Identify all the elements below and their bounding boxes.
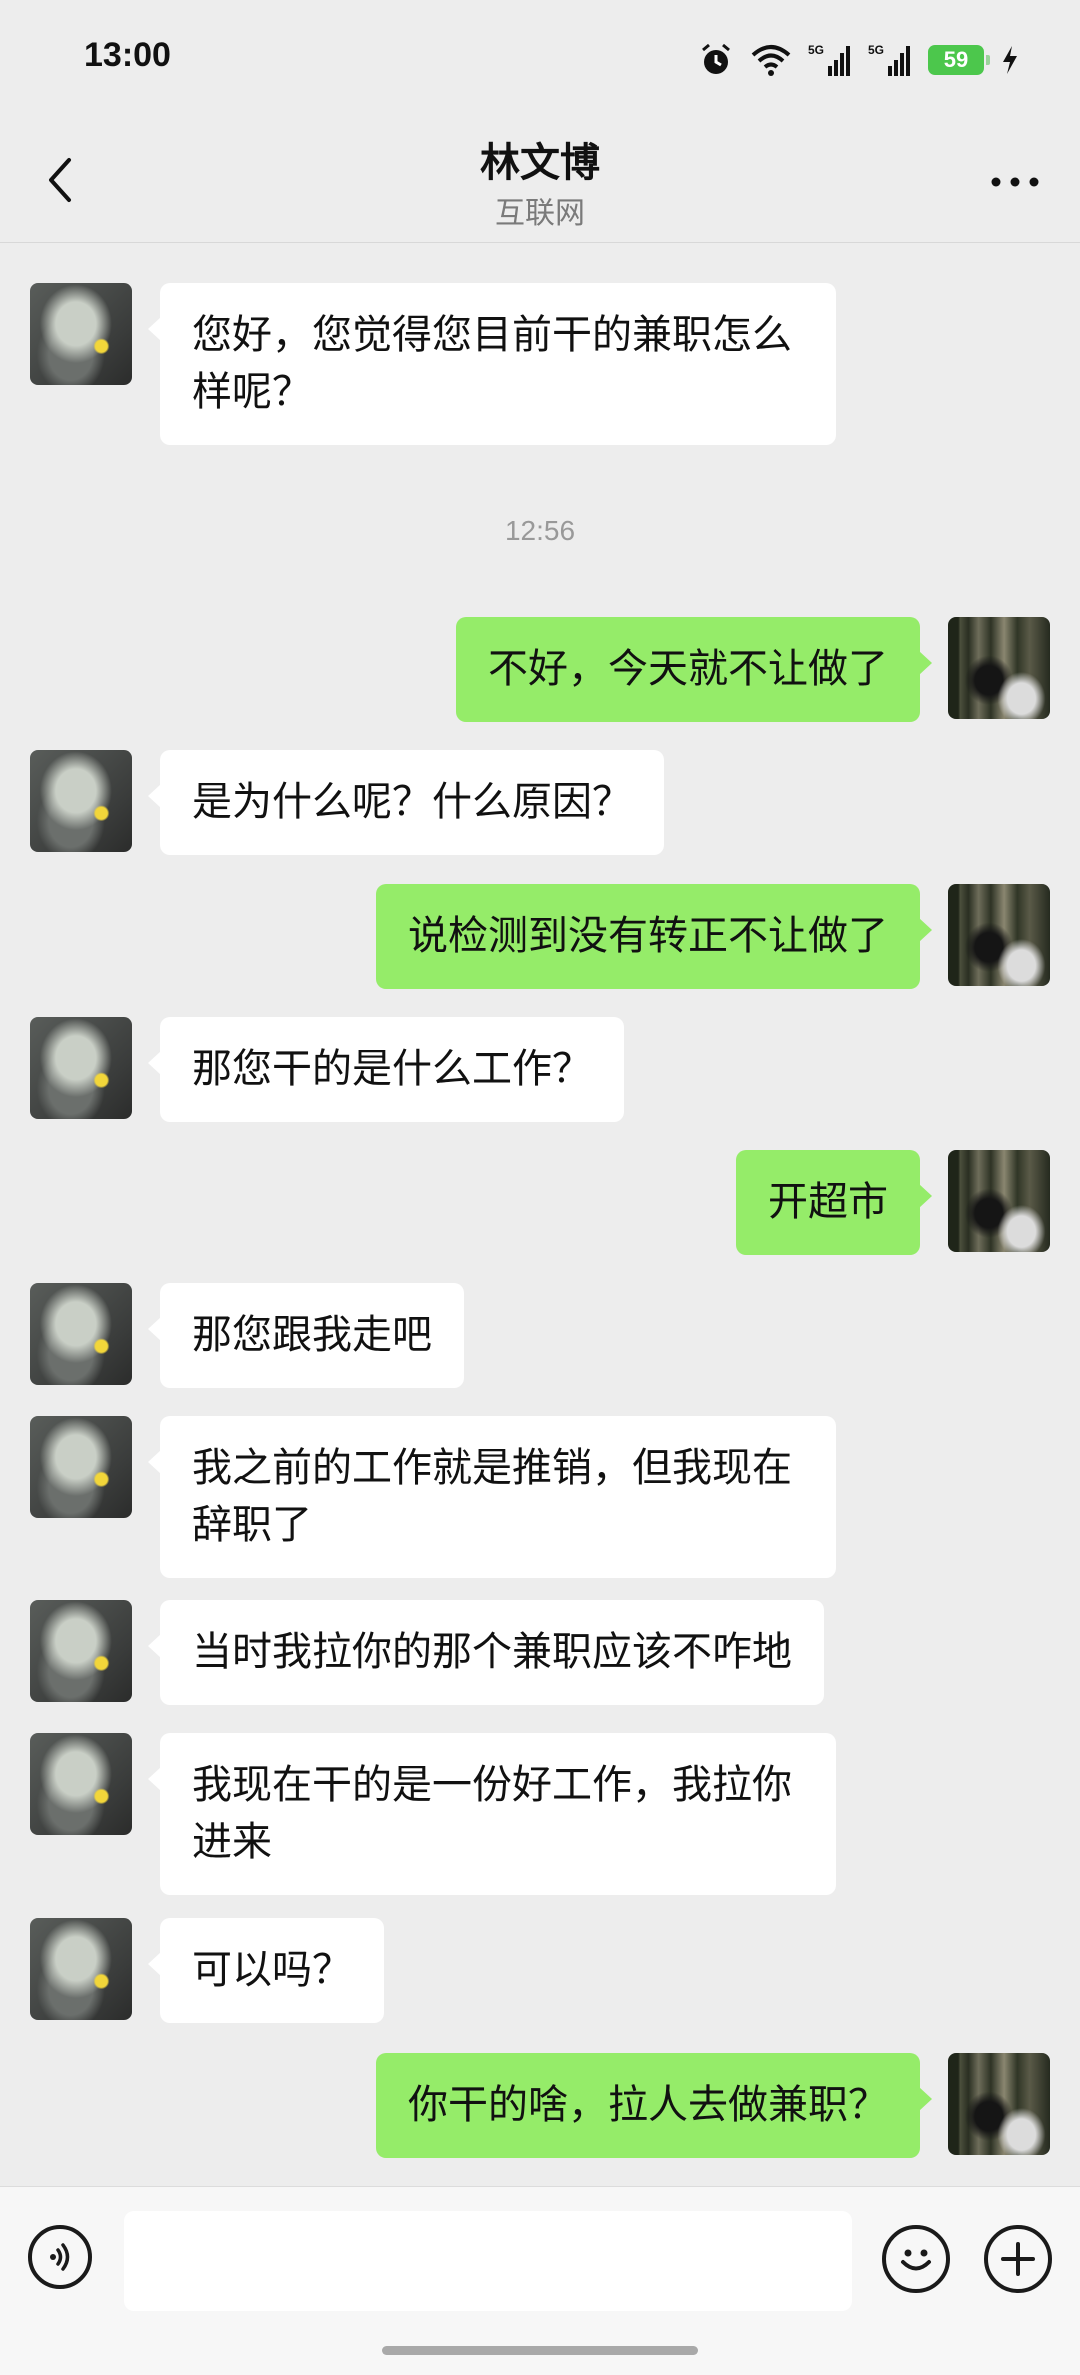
message-bubble[interactable]: 我现在干的是一份好工作，我拉你进来 (148, 1733, 836, 1895)
more-functions-button[interactable] (984, 2225, 1052, 2293)
message-row: 是为什么呢？什么原因？ (30, 750, 692, 855)
contact-name: 林文博 (480, 140, 600, 186)
message-row: 不好，今天就不让做了 (428, 617, 1050, 722)
status-bar: 13:00 5G 5G 59 (0, 0, 1080, 120)
more-options-button[interactable] (980, 152, 1050, 212)
emoji-button[interactable] (882, 2225, 950, 2293)
my-avatar[interactable] (948, 1150, 1050, 1252)
message-bubble[interactable]: 那您跟我走吧 (148, 1283, 464, 1388)
contact-avatar[interactable] (30, 1017, 132, 1119)
my-avatar[interactable] (948, 2053, 1050, 2155)
message-bubble[interactable]: 当时我拉你的那个兼职应该不咋地 (148, 1600, 824, 1705)
battery-icon: 59 (928, 45, 990, 75)
message-row: 我现在干的是一份好工作，我拉你进来 (30, 1733, 864, 1895)
message-bubble[interactable]: 开超市 (736, 1150, 932, 1255)
svg-text:5G: 5G (808, 43, 824, 57)
svg-text:5G: 5G (868, 43, 884, 57)
message-row: 那您干的是什么工作？ (30, 1017, 652, 1122)
emoji-icon (901, 2249, 931, 2271)
battery-level: 59 (943, 47, 969, 72)
home-indicator[interactable] (382, 2346, 698, 2355)
contact-subtitle: 互联网 (495, 196, 585, 231)
contact-avatar[interactable] (30, 1733, 132, 1835)
message-row: 当时我拉你的那个兼职应该不咋地 (30, 1600, 852, 1705)
message-row: 我之前的工作就是推销，但我现在辞职了 (30, 1416, 864, 1578)
message-list[interactable]: 您好，您觉得您目前干的兼职怎么样呢？ 12:56 不好，今天就不让做了 是为什么… (0, 243, 1080, 2185)
voice-icon (50, 2243, 70, 2271)
message-bubble[interactable]: 你干的啥，拉人去做兼职？ (376, 2053, 932, 2158)
contact-avatar[interactable] (30, 283, 132, 385)
message-bubble[interactable]: 是为什么呢？什么原因？ (148, 750, 664, 855)
signal-5g-icon: 5G (868, 43, 910, 76)
status-time: 13:00 (84, 36, 171, 74)
message-bubble[interactable]: 那您干的是什么工作？ (148, 1017, 624, 1122)
message-bubble[interactable]: 我之前的工作就是推销，但我现在辞职了 (148, 1416, 836, 1578)
message-row: 你干的啥，拉人去做兼职？ (348, 2053, 1050, 2158)
message-bubble[interactable]: 说检测到没有转正不让做了 (376, 884, 932, 989)
message-row: 那您跟我走吧 (30, 1283, 492, 1388)
voice-button[interactable] (28, 2225, 92, 2289)
message-bubble[interactable]: 不好，今天就不让做了 (456, 617, 932, 722)
my-avatar[interactable] (948, 617, 1050, 719)
message-bubble[interactable]: 您好，您觉得您目前干的兼职怎么样呢？ (148, 283, 836, 445)
contact-avatar[interactable] (30, 750, 132, 852)
chat-header: 林文博 互联网 (0, 120, 1080, 243)
message-row: 可以吗？ (30, 1918, 412, 2023)
signal-5g-icon: 5G (808, 43, 850, 76)
contact-avatar[interactable] (30, 1416, 132, 1518)
message-row: 说检测到没有转正不让做了 (348, 884, 1050, 989)
message-row: 开超市 (708, 1150, 1050, 1255)
alarm-icon (702, 43, 730, 74)
my-avatar[interactable] (948, 884, 1050, 986)
message-timestamp: 12:56 (504, 515, 576, 546)
charging-icon (1003, 46, 1017, 74)
contact-avatar[interactable] (30, 1918, 132, 2020)
more-icon (991, 177, 1039, 187)
contact-avatar[interactable] (30, 1600, 132, 1702)
plus-icon (1001, 2242, 1035, 2276)
message-bubble[interactable]: 可以吗？ (148, 1918, 384, 2023)
status-icons: 5G 5G 59 (698, 38, 1020, 82)
message-row: 您好，您觉得您目前干的兼职怎么样呢？ (30, 283, 864, 445)
contact-avatar[interactable] (30, 1283, 132, 1385)
message-input[interactable] (124, 2211, 852, 2311)
wifi-icon (751, 45, 791, 76)
